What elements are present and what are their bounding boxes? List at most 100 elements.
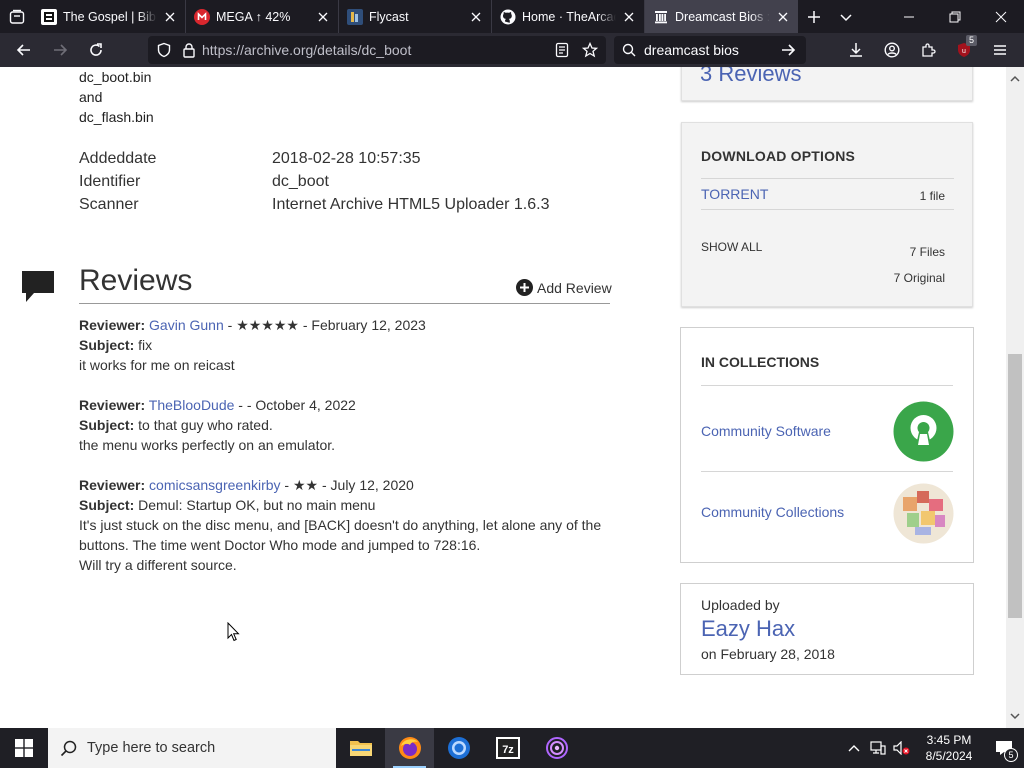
tab-github[interactable]: Home · TheArcadeStriker [492,0,645,33]
torrent-link[interactable]: TORRENT [701,186,768,202]
tracking-protection-icon[interactable] [156,42,172,58]
search-bar[interactable]: dreamcast bios [614,36,806,64]
notification-center-button[interactable]: 5 [984,728,1024,768]
taskbar-7zip[interactable]: 7z [483,728,532,768]
close-window-button[interactable] [978,0,1024,33]
collection-link-community-collections[interactable]: Community Collections [701,504,844,520]
navigation-toolbar: https://archive.org/details/dc_boot drea… [0,33,1024,67]
close-tab-icon[interactable] [776,10,790,24]
folder-icon [349,741,372,756]
reviewer-link[interactable]: comicsansgreenkirby [149,477,281,493]
app-menu-button[interactable] [982,33,1018,67]
taskbar-chrome[interactable] [434,728,483,768]
close-tab-icon[interactable] [622,10,636,24]
review-item: Reviewer: Gavin Gunn - ★★★★★ - February … [79,315,619,375]
reader-view-icon[interactable] [554,42,570,58]
metadata-label-addeddate: Addeddate [79,150,157,167]
downloads-button[interactable] [838,33,874,67]
reviews-heading: Reviews [79,264,193,297]
review-item: Reviewer: comicsansgreenkirby - ★★ - Jul… [79,475,619,575]
show-hidden-icons-button[interactable] [842,744,866,752]
divider [701,385,953,386]
divider [79,303,610,304]
metadata-value-identifier: dc_boot [272,173,329,190]
tab-title: Dreamcast Bios : Free [675,9,770,24]
address-bar[interactable]: https://archive.org/details/dc_boot [148,36,606,64]
collection-link-community-software[interactable]: Community Software [701,423,831,439]
tab-dreamcast-bios[interactable]: Dreamcast Bios : Free [645,0,798,33]
reviewer-label: Reviewer: [79,397,146,413]
description-line: and [79,89,103,105]
search-icon [622,43,636,57]
network-status-button[interactable] [866,741,890,755]
volume-button[interactable] [890,741,914,755]
minimize-button[interactable] [886,0,932,33]
taskbar-spiral-app[interactable] [532,728,581,768]
forward-button[interactable] [42,33,78,67]
scroll-thumb[interactable] [1008,354,1022,618]
subject-label: Subject: [79,497,135,513]
close-tab-icon[interactable] [163,10,177,24]
reload-icon [90,43,102,56]
start-button[interactable] [0,728,48,768]
minimize-icon [904,16,914,17]
show-all-link[interactable]: SHOW ALL [701,240,762,254]
taskbar-search-box[interactable]: Type here to search [48,728,336,768]
close-tab-icon[interactable] [469,10,483,24]
community-collections-thumbnail-icon[interactable] [893,483,954,549]
search-input[interactable]: dreamcast bios [644,42,780,58]
uploader-panel: Uploaded by Eazy Hax on February 28, 201… [680,583,974,675]
taskbar-clock[interactable]: 3:45 PM 8/5/2024 [914,732,984,764]
scroll-up-arrow-icon[interactable] [1010,70,1020,88]
tab-flycast[interactable]: Flycast [339,0,492,33]
taskbar-firefox[interactable] [385,728,434,768]
chrome-icon [447,737,470,759]
close-tab-icon[interactable] [316,10,330,24]
taskbar-file-explorer[interactable] [336,728,385,768]
close-icon [995,11,1007,22]
collections-panel: IN COLLECTIONS Community Software Commun… [680,327,974,563]
reload-button[interactable] [78,33,114,67]
bookmark-star-icon[interactable] [582,42,598,58]
back-button[interactable] [6,33,42,67]
new-tab-button[interactable] [798,0,830,33]
review-meta: - - October 4, 2022 [234,397,356,413]
download-options-panel: DOWNLOAD OPTIONS TORRENT 1 file SHOW ALL… [681,122,973,307]
reviewer-link[interactable]: Gavin Gunn [149,317,224,333]
add-review-button[interactable]: Add Review [516,279,612,296]
restore-button[interactable] [932,0,978,33]
system-tray: 3:45 PM 8/5/2024 5 [842,728,1024,768]
firefox-view-icon [9,9,24,24]
clock-date: 8/5/2024 [925,749,973,763]
forward-arrow-icon [54,44,68,56]
network-icon [870,741,886,755]
github-icon [500,9,516,25]
clock-time: 3:45 PM [926,733,972,747]
list-all-tabs-button[interactable] [830,0,862,33]
ublock-extension-button[interactable]: u 5 [946,33,982,67]
search-go-icon[interactable] [780,42,796,58]
reviews-count-link[interactable]: 3 Reviews [700,67,801,87]
tab-bibleproject[interactable]: The Gospel | BibleProject [33,0,186,33]
review-body-continued: Will try a different source. [79,557,237,573]
tab-mega[interactable]: MEGA ↑ 42% [186,0,339,33]
review-body: it works for me on reicast [79,357,235,373]
add-review-label: Add Review [537,279,612,296]
hamburger-menu-icon [994,45,1006,55]
account-button[interactable] [874,33,910,67]
scroll-down-arrow-icon[interactable] [1010,707,1020,725]
chevron-up-icon [848,745,860,752]
review-body: It's just stuck on the disc menu, and [B… [79,517,602,553]
reviewer-label: Reviewer: [79,477,146,493]
spiral-app-icon [545,737,568,759]
reviewer-link[interactable]: TheBlooDude [149,397,235,413]
firefox-view-button[interactable] [0,0,33,33]
firefox-icon [398,737,421,759]
uploader-name-link[interactable]: Eazy Hax [701,616,795,642]
original-count: 7 Original [893,271,945,285]
lock-icon[interactable] [182,42,196,58]
page-scrollbar[interactable] [1006,67,1024,728]
tab-title: Flycast [369,9,409,24]
open-source-logo-icon[interactable] [893,401,954,467]
extensions-button[interactable] [910,33,946,67]
